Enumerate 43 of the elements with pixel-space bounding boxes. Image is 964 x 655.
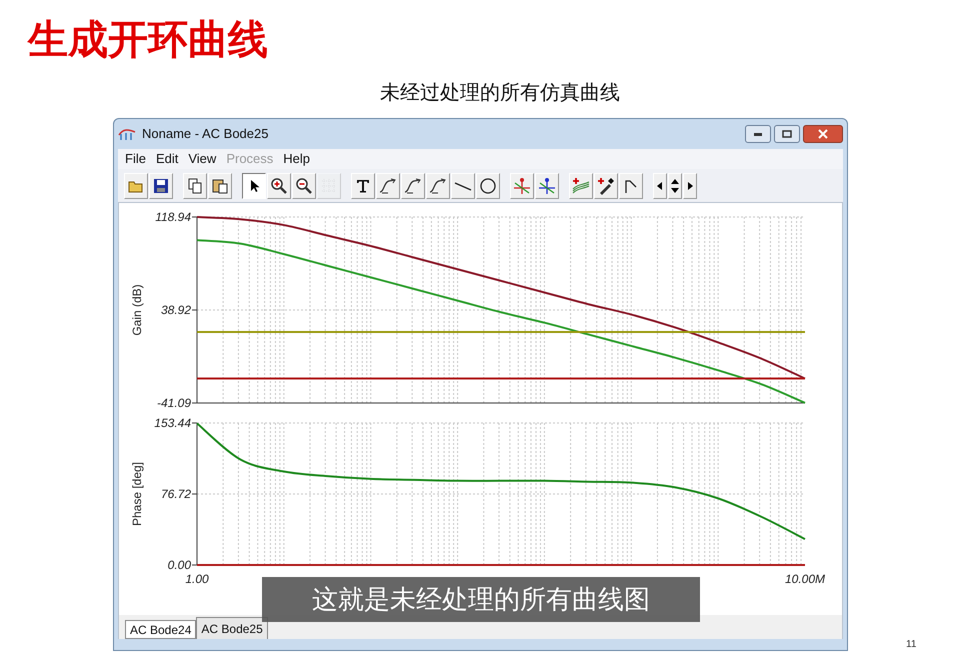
menu-item[interactable]: Edit [152,149,182,169]
x-tick-label: 1.00 [185,572,209,586]
cursor-icon [538,176,556,194]
close-icon [818,129,828,139]
maximize-button[interactable] [774,125,800,143]
minimize-icon [753,131,763,137]
sheet-tab[interactable]: AC Bode25 [196,617,268,639]
curve-icon [379,176,397,194]
copy-icon [186,176,204,194]
curve-icon [404,176,422,194]
page-number: 11 [906,638,916,652]
maximize-icon [782,130,792,138]
y-tick-label: -41.09 [156,396,191,410]
up-down-arrows-icon [669,176,681,194]
slide-subtitle: 未经过处理的所有仿真曲线 [380,81,620,106]
y-tick-label: 0.00 [168,558,191,572]
y-tick-label: 76.72 [160,487,191,501]
dropper-icon [597,176,615,194]
minimize-button[interactable] [745,125,771,143]
menu-item[interactable]: Help [280,149,314,169]
zoom-in-icon [270,176,288,194]
app-logo-icon [118,127,136,141]
curve-icon [429,176,447,194]
caption-text: 这就是未经处理的所有曲线图 [312,583,650,616]
x-tick-label: 10.00M [784,572,826,586]
menu-item[interactable]: File [122,149,149,169]
add-curves-icon [572,176,590,194]
paste-icon [211,176,229,194]
close-button[interactable] [803,125,843,143]
y-tick-label: 38.92 [160,303,191,317]
menu-item[interactable]: View [185,149,220,169]
zoom-out-icon [295,176,313,194]
y-axis-label: Phase [deg] [130,462,144,526]
toolbar-button[interactable] [242,172,266,198]
y-tick-label: 118.94 [155,210,191,224]
circle-icon [479,176,497,194]
y-tick-label: 153.44 [154,416,191,430]
sheet-tab[interactable]: AC Bode24 [125,620,196,639]
slide-title: 生成开环曲线 [28,16,268,63]
y-axis-label: Gain (dB) [130,284,144,336]
cursor-icon [513,176,531,194]
save-icon [152,176,170,194]
window-title: Noname - AC Bode25 [142,125,268,144]
